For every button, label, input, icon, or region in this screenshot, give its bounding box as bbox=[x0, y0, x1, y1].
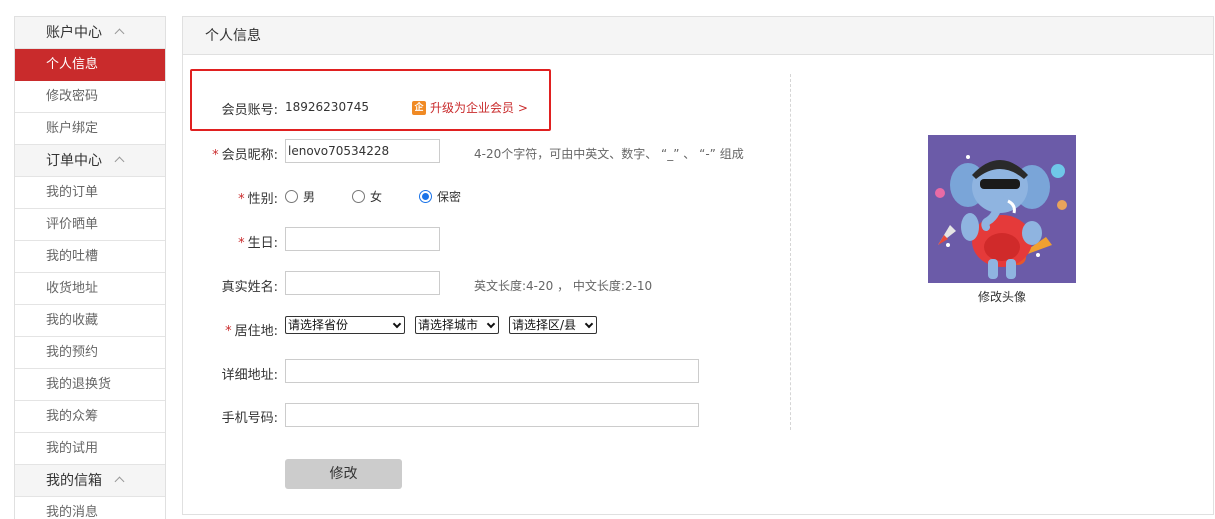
nickname-hint: 4-20个字符，可由中英文、数字、 “_” 、 “-” 组成 bbox=[474, 147, 744, 161]
sidebar-item-trials[interactable]: 我的试用 bbox=[15, 433, 165, 465]
sidebar-item-change-password[interactable]: 修改密码 bbox=[15, 81, 165, 113]
sidebar-group-mailbox[interactable]: 我的信箱 bbox=[15, 465, 165, 497]
nickname-label: * 会员昵称: bbox=[212, 148, 278, 163]
realname-input[interactable] bbox=[285, 271, 440, 295]
enterprise-badge-icon: 企 bbox=[412, 100, 426, 115]
phone-input[interactable] bbox=[285, 403, 699, 427]
sidebar-item-crowdfunding[interactable]: 我的众筹 bbox=[15, 401, 165, 433]
chevron-up-icon bbox=[114, 156, 125, 167]
chevron-down-icon bbox=[584, 319, 594, 329]
sidebar-item-profile[interactable]: 个人信息 bbox=[15, 49, 165, 81]
page-title: 个人信息 bbox=[183, 17, 1213, 55]
avatar-caption[interactable]: 修改头像 bbox=[928, 288, 1076, 305]
district-select[interactable]: 请选择区/县 bbox=[509, 316, 597, 334]
account-value: 18926230745 bbox=[285, 100, 369, 114]
sidebar-item-messages[interactable]: 我的消息 bbox=[15, 497, 165, 519]
upgrade-label: 升级为企业会员 > bbox=[430, 101, 528, 115]
residence-label: * 居住地: bbox=[225, 324, 278, 339]
address-input[interactable] bbox=[285, 359, 699, 383]
sidebar-item-reviews[interactable]: 评价晒单 bbox=[15, 209, 165, 241]
gender-label: * 性别: bbox=[238, 192, 278, 207]
city-select[interactable]: 请选择城市 bbox=[415, 316, 499, 334]
sidebar-group-orders[interactable]: 订单中心 bbox=[15, 145, 165, 177]
sidebar-item-favorites[interactable]: 我的收藏 bbox=[15, 305, 165, 337]
birthday-label: * 生日: bbox=[238, 236, 278, 251]
sidebar: 账户中心 个人信息 修改密码 账户绑定 订单中心 我的订单 评价晒单 我的吐槽 … bbox=[14, 16, 166, 519]
address-label: 详细地址: bbox=[221, 368, 278, 383]
chevron-up-icon bbox=[114, 476, 125, 487]
radio-selected-icon bbox=[419, 190, 432, 203]
province-select[interactable]: 请选择省份 bbox=[285, 316, 405, 334]
realname-hint: 英文长度:4-20 ， 中文长度:2-10 bbox=[474, 279, 653, 293]
gender-radio-female[interactable]: 女 bbox=[352, 188, 382, 205]
chevron-up-icon bbox=[114, 28, 125, 39]
avatar[interactable] bbox=[928, 135, 1076, 283]
sidebar-item-account-binding[interactable]: 账户绑定 bbox=[15, 113, 165, 145]
sidebar-item-returns[interactable]: 我的退换货 bbox=[15, 369, 165, 401]
nickname-input[interactable]: lenovo70534228 bbox=[285, 139, 440, 163]
realname-label: 真实姓名: bbox=[221, 280, 278, 295]
phone-label: 手机号码: bbox=[221, 411, 278, 426]
required-asterisk: * bbox=[212, 148, 219, 163]
chevron-down-icon bbox=[392, 319, 402, 329]
birthday-input[interactable] bbox=[285, 227, 440, 251]
required-asterisk: * bbox=[238, 192, 245, 207]
chevron-down-icon bbox=[486, 319, 496, 329]
upgrade-enterprise-link[interactable]: 企 升级为企业会员 > bbox=[412, 99, 528, 116]
account-label: 会员账号: bbox=[221, 103, 278, 118]
sidebar-item-reservations[interactable]: 我的预约 bbox=[15, 337, 165, 369]
gender-radio-male[interactable]: 男 bbox=[285, 188, 315, 205]
elephant-mascot-icon bbox=[928, 135, 1076, 283]
vertical-divider bbox=[790, 74, 791, 430]
sidebar-item-addresses[interactable]: 收货地址 bbox=[15, 273, 165, 305]
sidebar-item-complaints[interactable]: 我的吐槽 bbox=[15, 241, 165, 273]
sidebar-item-my-orders[interactable]: 我的订单 bbox=[15, 177, 165, 209]
required-asterisk: * bbox=[238, 236, 245, 251]
radio-circle-icon bbox=[352, 190, 365, 203]
sidebar-group-account[interactable]: 账户中心 bbox=[15, 17, 165, 49]
radio-circle-icon bbox=[285, 190, 298, 203]
gender-radio-secret[interactable]: 保密 bbox=[419, 188, 461, 205]
submit-button[interactable]: 修改 bbox=[285, 459, 402, 489]
required-asterisk: * bbox=[225, 324, 232, 339]
